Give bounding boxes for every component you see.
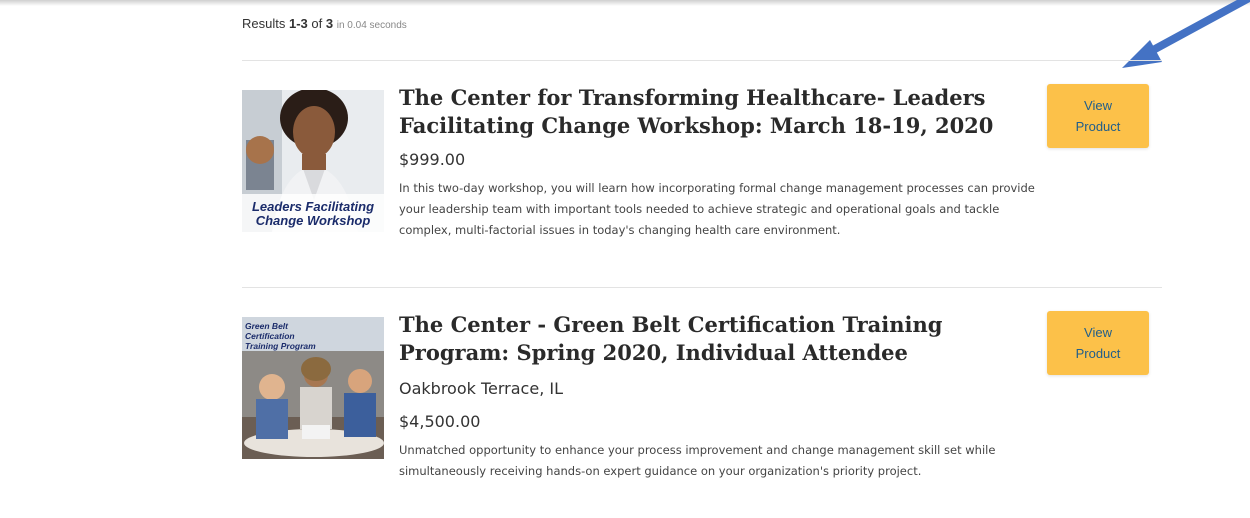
product-price: $4,500.00	[399, 412, 481, 431]
product-title[interactable]: The Center - Green Belt Certification Tr…	[399, 311, 1049, 367]
view-product-button[interactable]: View Product	[1047, 84, 1149, 148]
divider	[242, 60, 1162, 61]
thumbnail-caption: Leaders Facilitating Change Workshop	[251, 199, 375, 228]
arrow-pointer-icon	[1122, 0, 1250, 68]
top-shadow	[0, 0, 1250, 6]
thumbnail-caption: Green Belt Certification Training Progra…	[245, 321, 316, 351]
list-item: Leaders Facilitating Change Workshop The…	[242, 84, 1162, 254]
view-product-button[interactable]: View Product	[1047, 311, 1149, 375]
list-item: Green Belt Certification Training Progra…	[242, 311, 1162, 491]
product-description: In this two-day workshop, you will learn…	[399, 181, 1035, 237]
product-title[interactable]: The Center for Transforming Healthcare- …	[399, 84, 1049, 140]
product-thumbnail[interactable]: Green Belt Certification Training Progra…	[242, 317, 384, 459]
product-info: The Center for Transforming Healthcare- …	[399, 84, 1035, 241]
product-info: The Center - Green Belt Certification Tr…	[399, 311, 1029, 482]
product-location: Oakbrook Terrace, IL	[399, 379, 563, 398]
divider	[242, 287, 1162, 288]
product-description: Unmatched opportunity to enhance your pr…	[399, 443, 996, 478]
product-price: $999.00	[399, 150, 466, 169]
product-thumbnail[interactable]: Leaders Facilitating Change Workshop	[242, 90, 384, 232]
results-summary: Results 1-3 of 3 in 0.04 seconds	[242, 16, 407, 31]
